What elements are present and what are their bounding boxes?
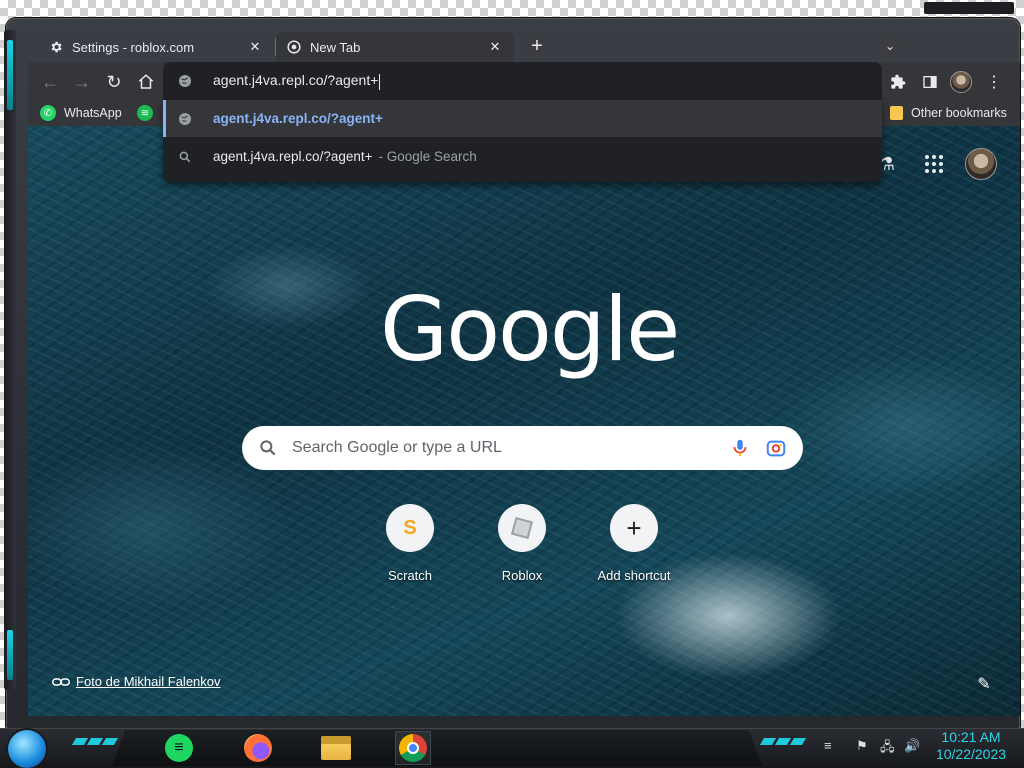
google-account-avatar[interactable] [965,148,997,180]
volume-control[interactable]: 🔊 [904,738,920,754]
scratch-icon: S [386,504,434,552]
microphone-icon[interactable] [729,437,751,459]
extensions-button[interactable] [886,70,910,94]
globe-icon [177,111,193,127]
close-icon[interactable]: ✕ [486,38,504,56]
link-icon [52,677,70,686]
folder-icon [890,106,903,120]
address-bar[interactable]: agent.j4va.repl.co/?agent+ [163,62,882,100]
taskbar-firefox[interactable] [240,731,276,765]
tray-overflow-icon: ≡ [824,738,832,753]
other-bookmarks-label: Other bookmarks [911,106,1007,120]
chrome-icon [399,734,427,762]
reload-button[interactable]: ↻ [102,70,126,94]
forward-button[interactable]: → [70,70,94,94]
puzzle-icon [891,74,906,89]
globe-icon [179,75,191,87]
ntp-search-box[interactable]: Search Google or type a URL [242,426,803,470]
show-hidden-icons[interactable]: ≡ [824,738,832,753]
bookmark-whatsapp[interactable]: ✆ WhatsApp [40,103,122,123]
google-lens-icon[interactable] [765,437,787,459]
back-button[interactable]: ← [38,70,62,94]
new-tab-button[interactable]: + [525,34,549,58]
suggestion-suffix: - Google Search [378,149,477,164]
tab-search-button[interactable]: ⌄ [878,34,902,58]
bookmark-label: WhatsApp [64,106,122,120]
background-attribution-link[interactable]: Foto de Mikhail Falenkov [52,674,221,689]
google-apps-button[interactable] [922,152,946,176]
shortcut-label: Roblox [501,568,543,583]
speaker-icon: 🔊 [904,738,921,753]
taskbar-app-panel [112,730,762,766]
clock-date: 10/22/2023 [935,746,1007,762]
window-frame-cap [924,2,1014,14]
firefox-icon [244,734,272,762]
side-panel-button[interactable] [918,70,942,94]
taskbar-decoration [759,738,807,746]
more-vert-icon: ⋮ [986,74,1002,91]
chevron-down-icon: ⌄ [884,39,896,53]
spotify-icon: ≋ [137,105,153,121]
arrow-left-icon: ← [41,71,59,92]
taskbar-decoration [71,738,119,746]
tab-title: New Tab [310,39,361,55]
suggestion-text: agent.j4va.repl.co/?agent+ [213,111,383,126]
spotify-icon: ≡ [165,734,193,762]
side-panel-icon [923,76,937,88]
attribution-text: Foto de Mikhail Falenkov [76,674,221,689]
whatsapp-icon: ✆ [40,105,56,121]
address-bar-text: agent.j4va.repl.co/?agent+ [213,72,381,90]
profile-avatar[interactable] [950,71,972,93]
roblox-icon [498,504,546,552]
taskbar-clock[interactable]: 10:21 AM 10/22/2023 [928,729,1014,763]
search-icon [177,149,193,165]
network-icon: 🖧 [880,739,895,754]
file-explorer-icon [321,736,351,760]
omnibox-suggestions: agent.j4va.repl.co/?agent+ agent.j4va.re… [163,100,882,182]
suggestion-url[interactable]: agent.j4va.repl.co/?agent+ [163,100,882,137]
frame-led [7,40,13,110]
tab-new-tab[interactable]: New Tab ✕ [276,32,514,62]
chrome-icon [286,39,302,55]
start-button[interactable] [8,730,46,768]
home-button[interactable] [134,70,158,94]
window-frame-left-edge [4,30,16,690]
taskbar-spotify[interactable]: ≡ [161,731,197,765]
tab-title: Settings - roblox.com [72,39,195,55]
search-icon [260,440,276,456]
reload-icon: ↻ [106,71,122,92]
shortcut-roblox[interactable]: Roblox [466,504,578,583]
network-status[interactable]: 🖧 [880,738,895,760]
flag-icon: ⚑ [856,738,868,753]
plus-icon: + [610,504,658,552]
google-logo: Google [380,278,680,381]
menu-button[interactable]: ⋮ [982,70,1006,94]
taskbar-chrome[interactable] [395,731,431,765]
search-placeholder: Search Google or type a URL [292,439,502,456]
shortcut-label: Scratch [387,568,433,583]
frame-led [7,630,13,680]
taskbar-file-explorer[interactable] [318,731,354,765]
new-tab-page: ⚗ Google Search Google or type a URL S S… [28,126,1020,716]
home-icon [138,74,154,89]
customize-chrome-button[interactable]: ✎ [974,674,994,694]
suggestion-text: agent.j4va.repl.co/?agent+ [213,149,373,164]
action-center-flag[interactable]: ⚑ [856,738,868,754]
pencil-icon: ✎ [977,676,991,693]
tab-settings[interactable]: Settings - roblox.com ✕ [38,32,274,62]
gear-icon [48,39,64,55]
shortcut-scratch[interactable]: S Scratch [354,504,466,583]
shortcut-label: Add shortcut [597,568,671,583]
arrow-right-icon: → [73,71,91,92]
close-icon[interactable]: ✕ [246,38,264,56]
suggestion-google-search[interactable]: agent.j4va.repl.co/?agent+ - Google Sear… [163,138,882,175]
add-shortcut-button[interactable]: + Add shortcut [578,504,690,583]
other-bookmarks[interactable]: Other bookmarks [890,103,1007,123]
bookmark-spotify[interactable]: ≋ [137,103,161,123]
clock-time: 10:21 AM [941,729,1001,745]
